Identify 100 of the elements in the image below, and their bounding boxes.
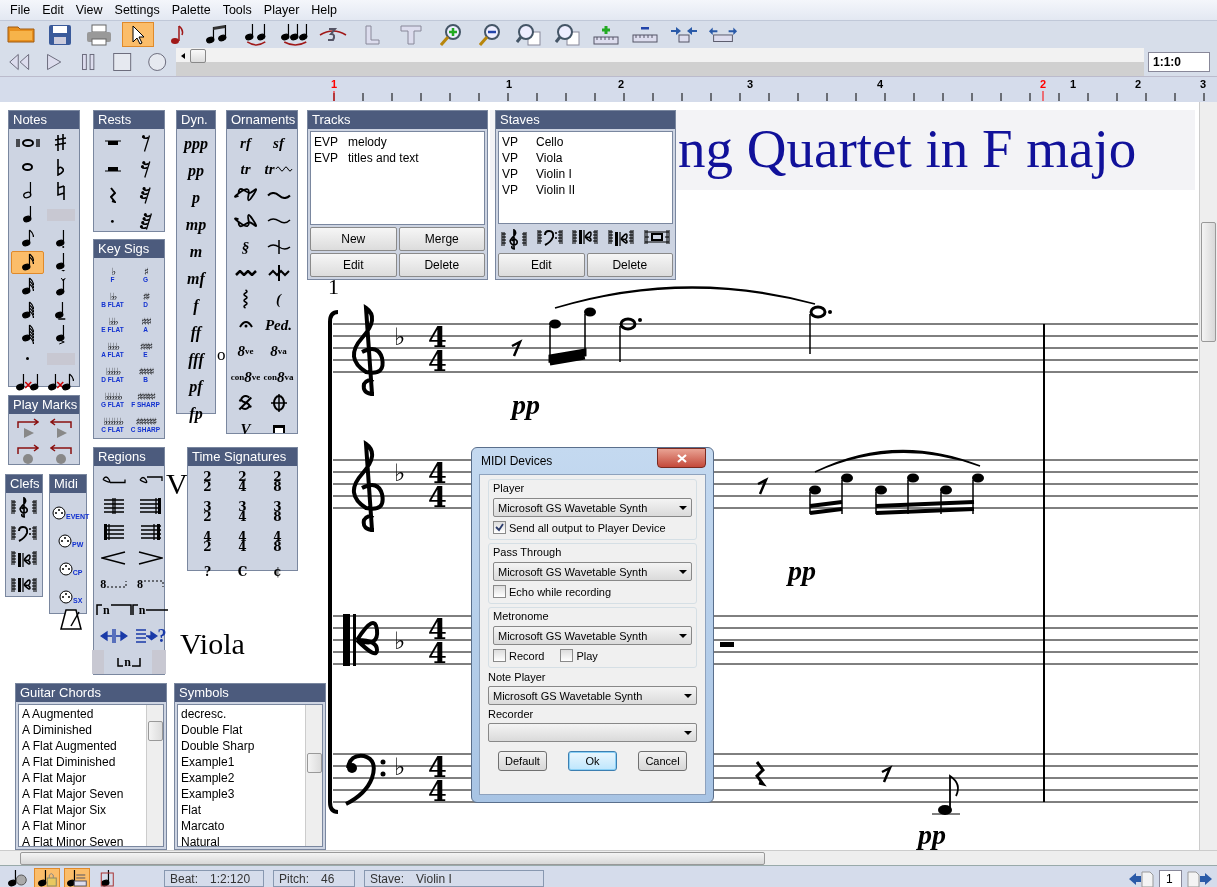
menu-item[interactable]: Palette	[165, 3, 217, 17]
ornament-icon[interactable]	[238, 395, 253, 411]
symbol-list-item[interactable]: decresc.	[181, 706, 302, 722]
horizontal-scrollbar[interactable]	[0, 850, 1217, 865]
device-dropdown[interactable]: Microsoft GS Wavetable Synth	[488, 686, 697, 705]
chord-list-item[interactable]: A Flat Major	[22, 770, 143, 786]
previous-page-icon[interactable]	[1128, 868, 1154, 887]
dynamic-tool[interactable]: mp	[185, 213, 207, 236]
chord-list-item[interactable]: A Flat Minor	[22, 818, 143, 834]
dynamic-tool[interactable]: ff	[190, 321, 202, 344]
ornament-icon[interactable]	[266, 191, 291, 199]
dialog-button[interactable]: Ok	[568, 751, 617, 771]
clef-icon[interactable]	[11, 524, 37, 542]
metronome-icon[interactable]	[59, 608, 82, 630]
rest-icon[interactable]	[103, 140, 122, 146]
arrow-query-tool[interactable]: ?	[131, 625, 170, 647]
bracket-tool[interactable]: n	[96, 599, 132, 621]
clef-icon[interactable]	[11, 550, 37, 568]
checkbox-label[interactable]: Echo while recording	[509, 585, 612, 598]
octave-line-tool[interactable]: 8	[131, 573, 170, 595]
stave-button[interactable]: Delete	[586, 253, 673, 277]
stave-row[interactable]: VP Violin I	[502, 166, 669, 182]
barline-icon[interactable]	[102, 497, 125, 515]
staff-icon[interactable]	[644, 229, 671, 245]
ornament-tool[interactable]: §	[229, 236, 262, 258]
dialog-button[interactable]: Cancel	[638, 751, 687, 771]
symbol-list-item[interactable]: Double Sharp	[181, 738, 302, 754]
ornament-tool[interactable]: tr	[262, 158, 295, 180]
play-mark-icon[interactable]	[16, 417, 39, 439]
menu-item[interactable]: Edit	[36, 3, 70, 17]
dynamic-tool[interactable]: pf	[189, 375, 203, 398]
menu-item[interactable]: Settings	[108, 3, 166, 17]
device-dropdown[interactable]	[488, 723, 697, 742]
scrollbar[interactable]	[146, 705, 163, 846]
track-row[interactable]: EVP titles and text	[314, 150, 481, 166]
rest-icon[interactable]	[110, 218, 115, 224]
note-palette-button[interactable]	[11, 251, 44, 274]
symbol-list-item[interactable]: Double Flat	[181, 722, 302, 738]
symbol-list-item[interactable]: Example3	[181, 786, 302, 802]
position-scrollbar[interactable]	[176, 48, 1144, 76]
next-page-icon[interactable]	[1187, 868, 1213, 887]
clef-icon[interactable]	[608, 229, 635, 247]
clef-icon[interactable]	[572, 229, 599, 245]
octave-line-tool[interactable]: 8	[96, 573, 132, 595]
dynamic-tool[interactable]: fp	[189, 402, 203, 425]
symbol-list-item[interactable]: Natural	[181, 834, 302, 846]
toolbar-button[interactable]	[278, 22, 310, 47]
ornament-icon[interactable]	[234, 270, 257, 276]
ornament-icon[interactable]	[266, 239, 291, 255]
time-signature-tool[interactable]: C	[237, 560, 248, 584]
checkbox[interactable]	[493, 649, 506, 662]
barline-icon[interactable]	[139, 497, 163, 515]
ornament-icon[interactable]	[233, 214, 258, 228]
symbol-list-item[interactable]: Marcato	[181, 818, 302, 834]
ornament-icon[interactable]	[243, 289, 248, 309]
dynamic-tool[interactable]: m	[189, 240, 203, 263]
dynamic-tool[interactable]: fff	[188, 348, 204, 371]
time-signature-tool[interactable]: ?	[204, 560, 211, 584]
status-tool-button[interactable]	[64, 867, 90, 887]
time-signature-tool[interactable]: 2 8	[273, 470, 282, 494]
time-signature-tool[interactable]: 3 2	[203, 500, 212, 524]
time-signature-tool[interactable]: 4 2	[203, 530, 212, 554]
device-dropdown[interactable]: Microsoft GS Wavetable Synth	[493, 562, 692, 581]
time-signature-tool[interactable]: 2 4	[238, 470, 247, 494]
menu-item[interactable]: View	[69, 3, 109, 17]
toolbar-button[interactable]	[122, 22, 154, 47]
scrollbar[interactable]	[305, 705, 322, 846]
track-button[interactable]: Edit	[310, 253, 397, 277]
ornament-tool[interactable]: (	[262, 288, 295, 310]
time-signature-tool[interactable]: 4 4	[238, 530, 247, 554]
stave-row[interactable]: VP Viola	[502, 150, 669, 166]
stave-row[interactable]: VP Cello	[502, 134, 669, 150]
device-dropdown[interactable]: Microsoft GS Wavetable Synth	[493, 498, 692, 517]
dynamic-tool[interactable]: pp	[188, 159, 204, 182]
symbol-list-item[interactable]: Example1	[181, 754, 302, 770]
time-signature-tool[interactable]: 4 8	[273, 530, 282, 554]
dialog-button[interactable]: Default	[498, 751, 547, 771]
track-row[interactable]: EVP melody	[314, 134, 481, 150]
chord-list-item[interactable]: A Flat Augmented	[22, 738, 143, 754]
hairpin-icon[interactable]	[101, 551, 127, 565]
ornament-tool[interactable]: tr	[229, 158, 262, 180]
barline-icon[interactable]	[102, 523, 125, 541]
play-mark-icon[interactable]	[16, 443, 39, 465]
clef-icon[interactable]	[500, 229, 527, 250]
menu-item[interactable]: Help	[305, 3, 343, 17]
stave-row[interactable]: VP Violin II	[502, 182, 669, 198]
dynamic-tool[interactable]: mf	[187, 267, 205, 290]
chord-list-item[interactable]: A Diminished	[22, 722, 143, 738]
chord-list-item[interactable]: A Augmented	[22, 706, 143, 722]
ornament-icon[interactable]	[271, 424, 286, 434]
ornament-tool[interactable]: V	[229, 418, 262, 440]
page-field[interactable]: 1	[1159, 869, 1182, 887]
dynamic-tool[interactable]: p	[192, 186, 200, 209]
chord-list-item[interactable]: A Flat Major Six	[22, 802, 143, 818]
close-button[interactable]	[657, 448, 706, 468]
device-dropdown[interactable]: Microsoft GS Wavetable Synth	[493, 626, 692, 645]
clef-icon[interactable]	[11, 496, 37, 518]
ornament-icon[interactable]	[267, 264, 290, 282]
dynamic-tool[interactable]: ppp	[184, 132, 208, 155]
barline-icon[interactable]	[139, 523, 162, 541]
